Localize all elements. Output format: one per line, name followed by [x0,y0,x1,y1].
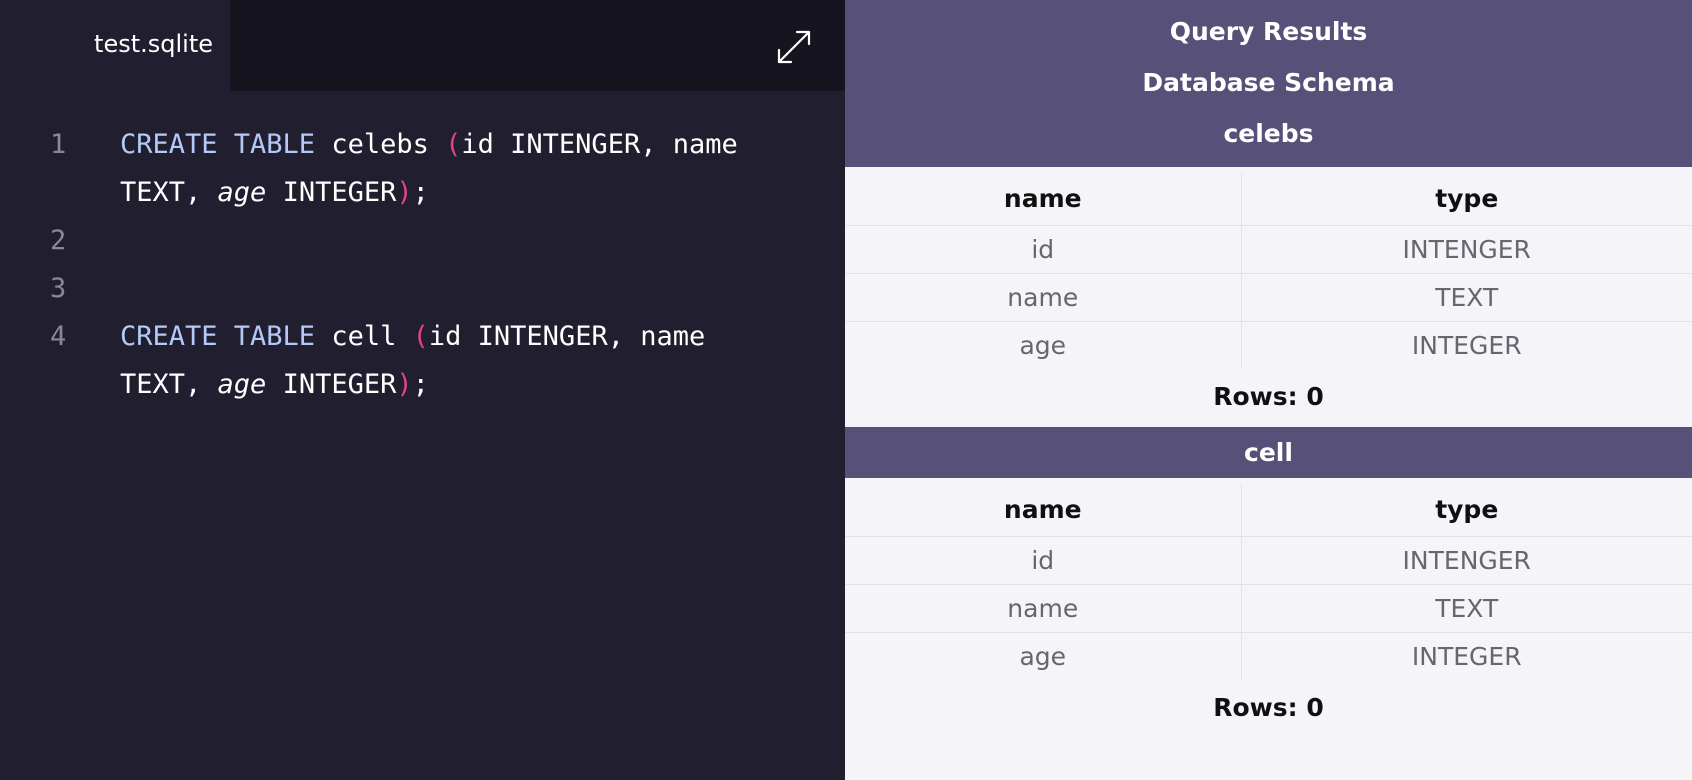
table-cell: INTEGER [1411,641,1522,671]
table-row: id INTENGER [845,536,1692,585]
column-type: INTEGER [266,177,397,208]
file-tab[interactable]: test.sqlite [0,0,230,91]
table-cell: INTENGER [1241,225,1692,274]
table-header-row: name type [845,484,1692,537]
italic-token: age [217,369,267,400]
table-cell: TEXT [1241,584,1692,633]
line-number: 3 [50,273,67,304]
table-cell: name [845,584,1242,633]
code-area[interactable]: 1 CREATE TABLE celebs (id INTENGER, name… [0,91,845,409]
schema-table: name type id INTENGER name TEXT age INTE… [845,173,1692,369]
results-title: Query Results [1169,17,1368,46]
table-row: age INTEGER [845,321,1692,369]
table-row: name TEXT [845,273,1692,322]
empty-line [120,265,770,313]
close-paren: ) [396,369,413,400]
column-header: name [845,484,1242,537]
row-count: Rows: 0 [1213,382,1324,411]
open-paren: ( [445,129,462,160]
code-editor[interactable]: test.sqlite 1 CREATE TABLE celebs (id IN… [0,0,845,780]
column-header: type [1241,173,1692,226]
table-cell: TEXT [1241,273,1692,322]
sql-keyword: CREATE TABLE [120,321,316,352]
row-count: Rows: 0 [1213,693,1324,722]
editor-tab-bar: test.sqlite [0,0,845,91]
statement-end: ; [412,177,429,208]
expand-icon[interactable] [775,28,813,66]
table-name-token: cell [315,321,413,352]
table-name-token: celebs [315,129,446,160]
line-number: 2 [50,225,67,256]
file-tab-label: test.sqlite [94,30,213,58]
table-cell: INTEGER [1411,330,1522,360]
code-line: 1 CREATE TABLE celebs (id INTENGER, name… [0,121,845,217]
table-cell: id [845,225,1242,274]
table-cell: age [845,321,1242,369]
schema-title: Database Schema [1142,68,1395,97]
table-cell: age [845,632,1242,680]
sql-keyword: CREATE TABLE [120,129,316,160]
column-header: type [1241,484,1692,537]
table-cell: name [845,273,1242,322]
empty-line [120,217,770,265]
table-row: age INTEGER [845,632,1692,680]
results-header: Query Results Database Schema celebs [845,0,1692,167]
italic-token: age [217,177,267,208]
table-cell: INTENGER [1241,536,1692,585]
query-results-panel: Query Results Database Schema celebs nam… [845,0,1692,780]
table-title: celebs [1223,119,1314,148]
table-cell: id [845,536,1242,585]
code-line: 3 [0,265,845,313]
close-paren: ) [396,177,413,208]
table-header-row: name type [845,173,1692,226]
code-text: CREATE TABLE celebs (id INTENGER, name T… [120,121,770,217]
table-title: cell [845,427,1692,478]
code-text: CREATE TABLE cell (id INTENGER, name TEX… [120,313,770,409]
code-line: 2 [0,217,845,265]
line-number: 1 [50,129,67,160]
statement-end: ; [412,369,429,400]
code-line: 4 CREATE TABLE cell (id INTENGER, name T… [0,313,845,409]
open-paren: ( [412,321,429,352]
column-type: INTEGER [266,369,397,400]
table-row: id INTENGER [845,225,1692,274]
schema-table: name type id INTENGER name TEXT age INTE… [845,484,1692,680]
column-header: name [845,173,1242,226]
line-number: 4 [50,321,67,352]
table-row: name TEXT [845,584,1692,633]
